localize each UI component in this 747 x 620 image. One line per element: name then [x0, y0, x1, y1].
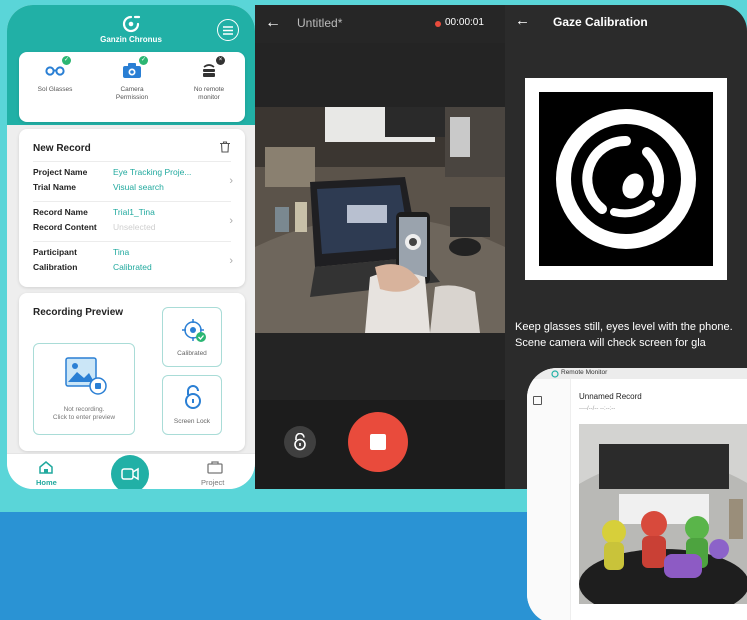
project-name-label: Project Name: [33, 167, 88, 177]
image-preview-icon: [65, 357, 107, 395]
nav-home[interactable]: Home: [31, 454, 61, 489]
app-logo-icon: [551, 369, 559, 378]
recording-title: Untitled*: [297, 16, 343, 30]
stop-icon: [370, 434, 386, 450]
scene-camera-view: [255, 107, 505, 333]
recording-indicator-icon: [435, 21, 441, 27]
calibration-marker: [525, 78, 727, 280]
remote-monitor-sidebar: [527, 379, 571, 620]
back-arrow-icon[interactable]: ←: [515, 12, 530, 29]
status-label: No remote monitor: [193, 86, 225, 101]
chevron-right-icon: ›: [229, 215, 233, 227]
screen-lock-label: Screen Lock: [173, 418, 211, 425]
trial-name-label: Trial Name: [33, 182, 76, 192]
not-recording-text: Not recording. Click to enter preview: [52, 406, 116, 421]
close-badge-icon: ×: [216, 56, 225, 65]
status-sol-glasses[interactable]: ✓ Sol Glasses: [25, 56, 85, 94]
project-icon: [207, 461, 223, 474]
sidebar-toggle-icon[interactable]: [533, 396, 542, 405]
stop-recording-button[interactable]: [348, 412, 408, 472]
participant-value: Tina: [113, 247, 130, 257]
project-trial-row[interactable]: Project Name Eye Tracking Proje... Trial…: [33, 167, 233, 197]
remote-scene-image: [579, 424, 747, 604]
device-status-card: ✓ Sol Glasses ✓ Camera Permission × No r…: [19, 52, 245, 122]
screen-lock-button[interactable]: Screen Lock: [162, 375, 222, 435]
camera-icon: [123, 63, 141, 78]
record-date: ----/--/-- --:--:--: [579, 406, 616, 412]
nav-project-label: Project: [201, 478, 225, 487]
divider: [33, 201, 231, 202]
status-remote-monitor[interactable]: × No remote monitor: [179, 56, 239, 102]
home-icon: [39, 461, 53, 474]
remote-monitor-title: Remote Monitor: [561, 369, 608, 376]
remote-monitor-icon: [203, 64, 215, 77]
scene-camera-image: [255, 107, 505, 333]
glasses-icon: [45, 66, 65, 76]
status-label: Camera Permission: [115, 86, 149, 101]
calibrated-button[interactable]: Calibrated: [162, 307, 222, 367]
app-title: Ganzin Chronus: [100, 35, 162, 44]
trial-name-value: Visual search: [113, 182, 164, 192]
record-row[interactable]: Record Name Trial1_Tina Record Content U…: [33, 207, 233, 237]
recording-preview-card: Recording Preview Not recording. Click t…: [19, 293, 245, 451]
trash-icon[interactable]: [219, 141, 231, 153]
new-record-title: New Record: [33, 143, 91, 154]
recording-controls: [255, 400, 505, 489]
calibrated-label: Calibrated: [177, 350, 207, 357]
preview-button[interactable]: Not recording. Click to enter preview: [33, 343, 135, 435]
nav-project[interactable]: Project: [195, 454, 235, 489]
remote-monitor-titlebar: Remote Monitor: [527, 368, 747, 379]
calibration-title: Gaze Calibration: [553, 15, 648, 29]
participant-label: Participant: [33, 247, 77, 257]
recording-screen: ← Untitled* 00:00:01: [255, 5, 505, 489]
recording-timer: 00:00:01: [445, 17, 484, 28]
new-record-card: New Record Project Name Eye Tracking Pro…: [19, 129, 245, 287]
record-content-value: Unselected: [113, 222, 156, 232]
recording-preview-title: Recording Preview: [33, 307, 124, 318]
chevron-right-icon: ›: [229, 175, 233, 187]
record-name-label: Record Name: [33, 207, 88, 217]
menu-button[interactable]: [217, 19, 239, 41]
lock-icon: [185, 385, 201, 409]
remote-scene-view: [579, 424, 747, 604]
calibration-label: Calibration: [33, 262, 78, 272]
calibration-instruction: Keep glasses still, eyes level with the …: [515, 321, 733, 349]
chevron-right-icon: ›: [229, 255, 233, 267]
divider: [33, 241, 231, 242]
home-screen: Ganzin Chronus ✓ Sol Glasses ✓ Camera Pe…: [7, 5, 255, 489]
check-badge-icon: ✓: [139, 56, 148, 65]
start-recording-button[interactable]: [111, 455, 149, 489]
status-camera-permission[interactable]: ✓ Camera Permission: [102, 56, 162, 102]
app-logo-icon: [122, 15, 141, 33]
record-name-value: Trial1_Tina: [113, 207, 155, 217]
calibration-value: Calibrated: [113, 262, 152, 272]
divider: [33, 161, 231, 162]
project-name-value: Eye Tracking Proje...: [113, 167, 192, 177]
remote-monitor-window: Remote Monitor Unnamed Record ----/--/--…: [527, 368, 747, 620]
screen-lock-toggle[interactable]: [284, 426, 316, 458]
participant-row[interactable]: Participant Tina Calibration Calibrated …: [33, 247, 233, 277]
calibration-target-icon: [556, 109, 696, 249]
video-camera-icon: [121, 467, 139, 481]
calibration-target-icon: [182, 319, 206, 342]
menu-icon: [223, 25, 233, 35]
status-label: Sol Glasses: [37, 86, 73, 93]
check-badge-icon: ✓: [62, 56, 71, 65]
nav-home-label: Home: [36, 478, 57, 487]
record-content-label: Record Content: [33, 222, 97, 232]
unlock-icon: [294, 433, 306, 451]
record-name: Unnamed Record: [579, 392, 642, 401]
back-arrow-icon[interactable]: ←: [265, 14, 281, 32]
